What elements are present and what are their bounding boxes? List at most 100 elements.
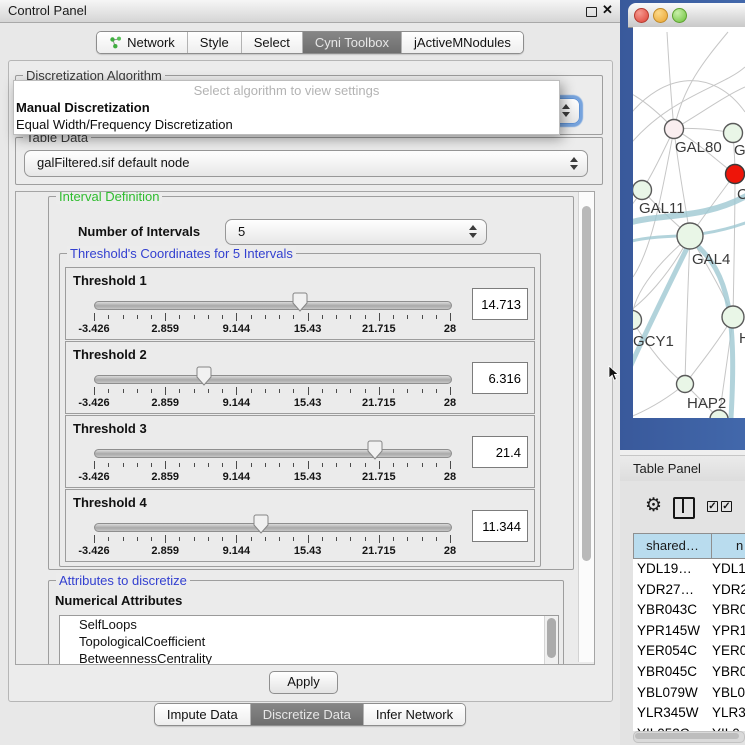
checkbox-column-icon-2[interactable]: ✓ [721,501,732,512]
node-h[interactable] [722,306,744,328]
node-red-selected[interactable] [726,165,745,184]
tab-infer-network[interactable]: Infer Network [364,704,465,725]
cell-name: YBR0 [712,602,745,617]
checkbox-column-icon-1[interactable]: ✓ [707,501,718,512]
slider-tick [450,461,451,469]
slider-tick-label: 28 [444,323,456,335]
top-tab-group: Network Style Select Cyni Toolbox jActiv… [96,31,524,54]
screen: Control Panel ✕ Network Style Select Cyn… [0,0,745,745]
gear-icon[interactable]: ⚙ [645,494,662,517]
num-intervals-combobox[interactable]: 5 [225,219,487,245]
threshold-value-input[interactable] [472,510,528,542]
slider-tick-label: 2.859 [151,471,179,483]
cell-name: YER0 [712,643,745,658]
slider-thumb[interactable] [367,440,383,460]
slider-tick-label: 2.859 [151,323,179,335]
table-row[interactable]: YBR043CYBR0 [633,600,745,621]
settings-scroll-area: Interval Definition Number of Intervals … [15,191,595,665]
slider-tick [137,463,138,467]
zoom-traffic-light-icon[interactable] [672,8,687,23]
threshold-label: Threshold 4 [73,495,147,510]
settings-scrollbar[interactable] [578,192,594,662]
slider-tick [422,315,423,319]
threshold-slider-track[interactable] [94,375,452,384]
node-gcy1[interactable] [633,311,642,330]
slider-tick [165,313,166,321]
minimize-traffic-light-icon[interactable] [653,8,668,23]
slider-tick [436,537,437,541]
float-window-icon[interactable] [586,7,597,17]
slider-tick [165,387,166,395]
threshold-slider-track[interactable] [94,449,452,458]
table-row[interactable]: YLR345WYLR3 [633,703,745,724]
threshold-value-input[interactable] [472,362,528,394]
close-traffic-light-icon[interactable] [634,8,649,23]
slider-thumb[interactable] [292,292,308,312]
slider-tick-label: -3.426 [78,545,109,557]
node-gal11[interactable] [633,181,652,200]
tab-cyni-toolbox[interactable]: Cyni Toolbox [303,32,402,53]
cell-name: YDR2 [712,582,745,597]
slider-tick [393,463,394,467]
threshold-slider-track[interactable] [94,301,452,310]
attribute-list-item[interactable]: SelfLoops [60,616,558,633]
slider-tick [450,313,451,321]
tab-jactivemnodules[interactable]: jActiveMNodules [402,32,523,53]
table-data-combobox[interactable]: galFiltered.sif default node [24,150,588,177]
slider-tick-label: 15.43 [294,323,322,335]
table-header-shared[interactable]: shared… [633,533,712,559]
slider-tick [222,389,223,393]
dropdown-item[interactable]: Equal Width/Frequency Discretization [14,116,559,133]
slider-tick [208,389,209,393]
slider-thumb[interactable] [253,514,269,534]
table-row[interactable]: YER054CYER0 [633,641,745,662]
slider-tick-label: 9.144 [223,397,251,409]
slider-tick [422,389,423,393]
table-row[interactable]: YDR27…YDR2 [633,580,745,601]
split-columns-icon[interactable] [673,497,695,519]
threshold-panel: Threshold 2-3.4262.8599.14415.4321.71528 [65,341,535,414]
slider-tick [108,463,109,467]
table-row[interactable]: YPR145WYPR1 [633,621,745,642]
node-gal80[interactable] [665,120,684,139]
network-canvas[interactable]: GAL80 GA C GAL11 GAL4 GCY1 H HAP2 [633,27,745,418]
cell-name: YBR0 [712,664,745,679]
threshold-value-input[interactable] [472,288,528,320]
tab-select[interactable]: Select [242,32,303,53]
tab-network[interactable]: Network [97,32,188,53]
attributes-list[interactable]: SelfLoopsTopologicalCoefficientBetweenne… [59,615,559,665]
tab-style[interactable]: Style [188,32,242,53]
table-hscroll-thumb[interactable] [635,733,739,739]
slider-tick [350,537,351,541]
group-title: Attributes to discretize [56,573,190,588]
table-header-name[interactable]: n [711,533,745,559]
node-gal4[interactable] [677,223,703,249]
node-top-right[interactable] [724,124,743,143]
tab-impute-data[interactable]: Impute Data [155,704,251,725]
attribute-list-item[interactable]: BetweennessCentrality [60,650,558,665]
settings-scrollbar-thumb[interactable] [582,206,591,561]
threshold-value-input[interactable] [472,436,528,468]
numerical-attributes-label: Numerical Attributes [55,593,182,608]
attributes-list-scrollbar[interactable] [544,616,558,665]
table-horizontal-scrollbar[interactable] [633,731,745,743]
threshold-slider-track[interactable] [94,523,452,532]
node-hap2[interactable] [677,376,694,393]
tab-discretize-data[interactable]: Discretize Data [251,704,364,725]
apply-button[interactable]: Apply [269,671,338,694]
table-panel-titlebar: Table Panel [620,455,745,483]
slider-tick [322,537,323,541]
table-body[interactable]: YDL19…YDL1YDR27…YDR2YBR043CYBR0YPR145WYP… [633,559,745,731]
dropdown-item[interactable]: Manual Discretization [14,99,559,116]
table-row[interactable]: YBR045CYBR0 [633,662,745,683]
slider-tick [123,315,124,319]
table-row[interactable]: YBL079WYBL0 [633,683,745,704]
slider-tick [450,387,451,395]
close-icon[interactable]: ✕ [602,2,613,18]
table-row[interactable]: YIL052CYIL0 [633,724,745,731]
attribute-list-item[interactable]: TopologicalCoefficient [60,633,558,650]
slider-thumb[interactable] [196,366,212,386]
slider-tick [393,315,394,319]
table-panel-title: Table Panel [633,461,701,476]
table-row[interactable]: YDL19…YDL1 [633,559,745,580]
